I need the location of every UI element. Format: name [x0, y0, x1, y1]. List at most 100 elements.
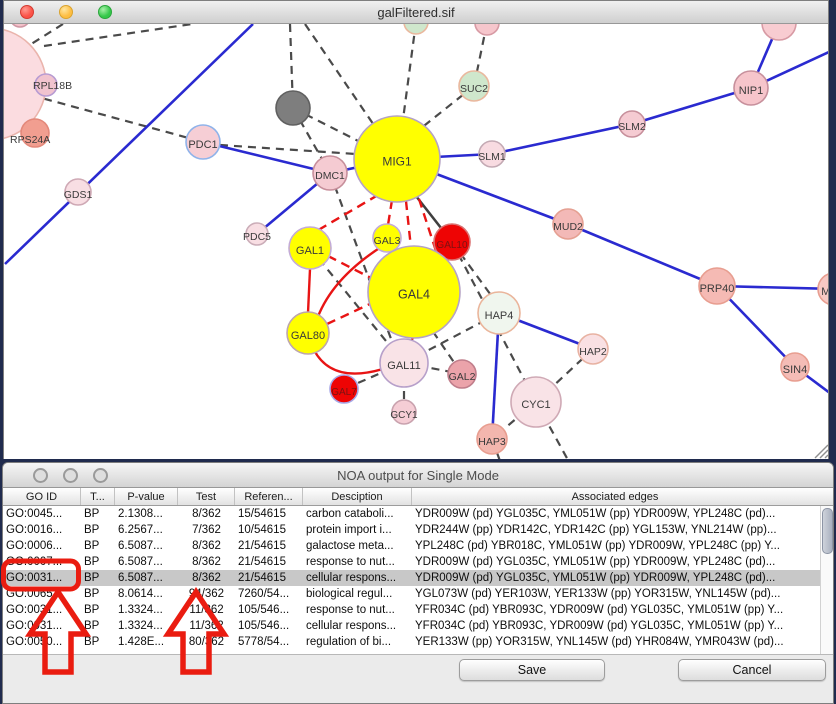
- table-cell: 6.5087...: [115, 554, 178, 570]
- table-cell: 94/362: [178, 586, 235, 602]
- table-cell: 1.428E...: [115, 634, 178, 650]
- table-cell: 11/362: [178, 602, 235, 618]
- column-header-associated-edges[interactable]: Associated edges: [412, 488, 818, 505]
- table-cell: 7/362: [178, 522, 235, 538]
- table-cell: GO:0016...: [3, 522, 81, 538]
- table-header: GO IDT...P-valueTestReferen...Desciption…: [3, 488, 833, 506]
- network-canvas[interactable]: RPL18BRPS24AGDS1PDC1MIG1DMC1PDC5SUC2SLM1…: [4, 24, 828, 459]
- network-node-label-GAL11: GAL11: [387, 360, 420, 372]
- table-cell: BP: [81, 586, 115, 602]
- column-header-referen-[interactable]: Referen...: [235, 488, 303, 505]
- column-header-p-value[interactable]: P-value: [115, 488, 178, 505]
- network-node-label-SUC2: SUC2: [460, 83, 488, 95]
- network-node-gray-node[interactable]: [276, 91, 310, 125]
- network-node-label-SIN4: SIN4: [783, 364, 807, 376]
- network-node-label-DMC1: DMC1: [315, 170, 345, 182]
- network-edge-red: [314, 350, 383, 374]
- network-node-label-GAL2: GAL2: [449, 371, 476, 383]
- table-cell: GO:0031...: [3, 618, 81, 634]
- zoom-icon[interactable]: [98, 5, 112, 19]
- noa-window-title: NOA output for Single Mode: [337, 468, 499, 483]
- table-row[interactable]: GO:0065...BP8.0614...94/3627260/54...bio…: [3, 586, 833, 602]
- zoom-icon[interactable]: [93, 468, 108, 483]
- network-edge-blue: [203, 142, 330, 173]
- resize-grip-icon[interactable]: [815, 445, 828, 458]
- table-row[interactable]: GO:0031...BP1.3324...11/362105/546...res…: [3, 602, 833, 618]
- table-cell: GO:0031...: [3, 602, 81, 618]
- noa-window-titlebar[interactable]: NOA output for Single Mode: [3, 463, 833, 488]
- table-cell: regulation of bi...: [303, 634, 412, 650]
- column-header-t-[interactable]: T...: [81, 488, 115, 505]
- network-edge-red: [308, 269, 310, 313]
- table-cell: YDR244W (pp) YDR142C, YDR142C (pp) YGL15…: [412, 522, 818, 538]
- table-scrollbar[interactable]: [820, 506, 833, 654]
- network-node-label-GDS1: GDS1: [64, 189, 93, 201]
- table-cell: 8/362: [178, 506, 235, 522]
- table-cell: protein import i...: [303, 522, 412, 538]
- table-row[interactable]: GO:0045...BP2.1308...8/36215/54615carbon…: [3, 506, 833, 522]
- network-window-titlebar[interactable]: galFiltered.sif: [4, 1, 828, 24]
- table-cell: 8/362: [178, 570, 235, 586]
- table-cell: 80/362: [178, 634, 235, 650]
- column-header-go-id[interactable]: GO ID: [3, 488, 81, 505]
- table-row[interactable]: GO:0016...BP6.2567...7/36210/54615protei…: [3, 522, 833, 538]
- table-row-selected[interactable]: GO:0031...BP6.5087...8/36221/54615cellul…: [3, 570, 833, 586]
- table-cell: cellular respons...: [303, 618, 412, 634]
- table-row[interactable]: GO:0006...BP6.5087...8/36221/54615galact…: [3, 538, 833, 554]
- column-header-test[interactable]: Test: [178, 488, 235, 505]
- table-row[interactable]: GO:0007...BP6.5087...8/36221/54615respon…: [3, 554, 833, 570]
- minimize-icon[interactable]: [63, 468, 78, 483]
- network-svg: RPL18BRPS24AGDS1PDC1MIG1DMC1PDC5SUC2SLM1…: [4, 24, 828, 459]
- table-cell: 7260/54...: [235, 586, 303, 602]
- table-cell: biological regul...: [303, 586, 412, 602]
- network-node-label-PDC5: PDC5: [243, 231, 271, 243]
- table-cell: 6.5087...: [115, 538, 178, 554]
- table-cell: BP: [81, 634, 115, 650]
- table-cell: response to nut...: [303, 602, 412, 618]
- table-cell: 15/54615: [235, 506, 303, 522]
- column-header-desciption[interactable]: Desciption: [303, 488, 412, 505]
- network-node-cut-node-topleft[interactable]: [10, 24, 30, 27]
- table-body: GO:0045...BP2.1308...8/36215/54615carbon…: [3, 506, 833, 655]
- network-edge-dashed: [44, 24, 192, 46]
- network-edge-dashed: [220, 145, 356, 154]
- network-node-label-NIP1: NIP1: [739, 85, 763, 97]
- network-node-label-GAL3: GAL3: [374, 235, 401, 247]
- table-cell: GO:0045...: [3, 506, 81, 522]
- table-cell: BP: [81, 522, 115, 538]
- table-cell: 21/54615: [235, 538, 303, 554]
- network-node-label-MUD2: MUD2: [553, 221, 583, 233]
- minimize-icon[interactable]: [59, 5, 73, 19]
- table-cell: carbon cataboli...: [303, 506, 412, 522]
- network-node-label-CYC1: CYC1: [521, 399, 550, 411]
- network-node-pink-cut-node-mid[interactable]: [475, 24, 499, 35]
- table-cell: YPL248C (pd) YBR018C, YML051W (pp) YDR00…: [412, 538, 818, 554]
- table-cell: 21/54615: [235, 554, 303, 570]
- table-row[interactable]: GO:0050...BP1.428E...80/3625778/54...reg…: [3, 634, 833, 650]
- network-node-pink-cut-node-right[interactable]: [762, 24, 796, 40]
- network-node-label-RPS24A: RPS24A: [10, 134, 50, 146]
- network-node-label-RPL18B: RPL18B: [33, 80, 72, 92]
- save-button[interactable]: Save: [459, 659, 605, 681]
- network-node-label-GAL4: GAL4: [398, 288, 430, 302]
- network-edge-blue: [568, 224, 717, 286]
- network-edges: [4, 24, 828, 459]
- table-cell: GO:0065...: [3, 586, 81, 602]
- table-cell: galactose meta...: [303, 538, 412, 554]
- network-node-label-HAP3: HAP3: [478, 436, 506, 448]
- close-icon[interactable]: [20, 5, 34, 19]
- cancel-button[interactable]: Cancel: [678, 659, 826, 681]
- network-node-label-HAP2: HAP2: [579, 346, 607, 358]
- scrollbar-thumb[interactable]: [822, 508, 833, 554]
- network-node-green-cut-node[interactable]: [404, 24, 428, 34]
- table-cell: YGL073W (pd) YER103W, YER133W (pp) YOR31…: [412, 586, 818, 602]
- table-cell: YDR009W (pd) YGL035C, YML051W (pp) YDR00…: [412, 570, 818, 586]
- table-cell: 105/546...: [235, 618, 303, 634]
- table-cell: GO:0007...: [3, 554, 81, 570]
- table-row[interactable]: GO:0031...BP1.3324...11/362105/546...cel…: [3, 618, 833, 634]
- close-icon[interactable]: [33, 468, 48, 483]
- network-node-label-PDC1: PDC1: [188, 139, 217, 151]
- table-cell: 5778/54...: [235, 634, 303, 650]
- table-cell: GO:0031...: [3, 570, 81, 586]
- desktop: galFiltered.sif RPL18BRPS24AGDS1PDC1MIG1…: [0, 0, 836, 704]
